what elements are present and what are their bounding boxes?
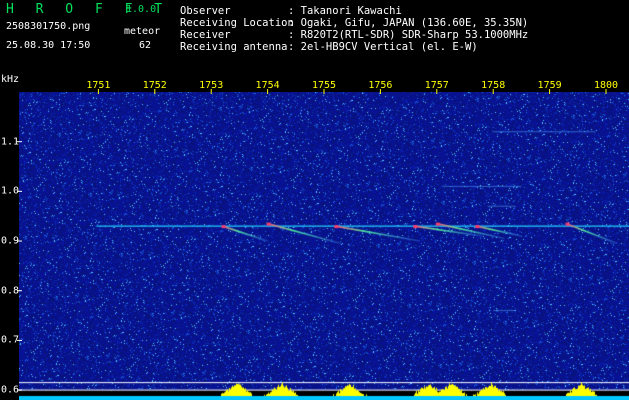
freq-tick-label: 0.8 [1, 285, 20, 297]
app-version: 1.0.0 [126, 4, 157, 15]
freq-tick-label: 1.0 [1, 185, 20, 197]
freq-tick-label: 0.9 [1, 235, 20, 247]
time-tick-label: 1752 [142, 80, 167, 91]
hroftt-window: H R O F F T 1.0.0 2508301750.png 25.08.3… [0, 0, 629, 400]
time-tick-label: 1800 [593, 80, 619, 91]
location-value: : Ogaki, Gifu, JAPAN (136.60E, 35.35N) [288, 17, 529, 29]
observer-value: : Takanori Kawachi [288, 5, 402, 17]
capture-datetime: 25.08.30 17:50 [6, 40, 91, 51]
time-tick-label: 1753 [199, 80, 224, 91]
receiver-value: : R820T2(RTL-SDR) SDR-Sharp 53.1000MHz [288, 29, 529, 41]
freq-tick-label: 0.7 [1, 334, 20, 346]
freq-tick-label: 0.6 [1, 384, 20, 396]
observer-label: Observer [180, 5, 231, 17]
time-tick-label: 1759 [537, 80, 562, 91]
time-tick-label: 1755 [311, 80, 337, 91]
antenna-value: : 2el-HB9CV Vertical (el. E-W) [288, 41, 478, 53]
spectrogram-canvas [19, 92, 629, 400]
meteor-count-value: 62 [139, 40, 152, 51]
receiver-label: Receiver [180, 29, 231, 41]
time-tick-label: 1751 [86, 80, 111, 91]
time-tick-label: 1756 [368, 80, 393, 91]
location-label: Receiving Location [180, 17, 294, 29]
freq-tick-label: 1.1 [1, 136, 20, 148]
antenna-label: Receiving antenna [180, 41, 288, 53]
time-tick-label: 1754 [255, 80, 280, 91]
file-name: 2508301750.png [6, 21, 91, 32]
y-axis-unit: kHz [1, 74, 20, 85]
time-tick-label: 1758 [481, 80, 506, 91]
meteor-count-label: meteor [124, 26, 161, 37]
time-tick-label: 1757 [424, 80, 449, 91]
